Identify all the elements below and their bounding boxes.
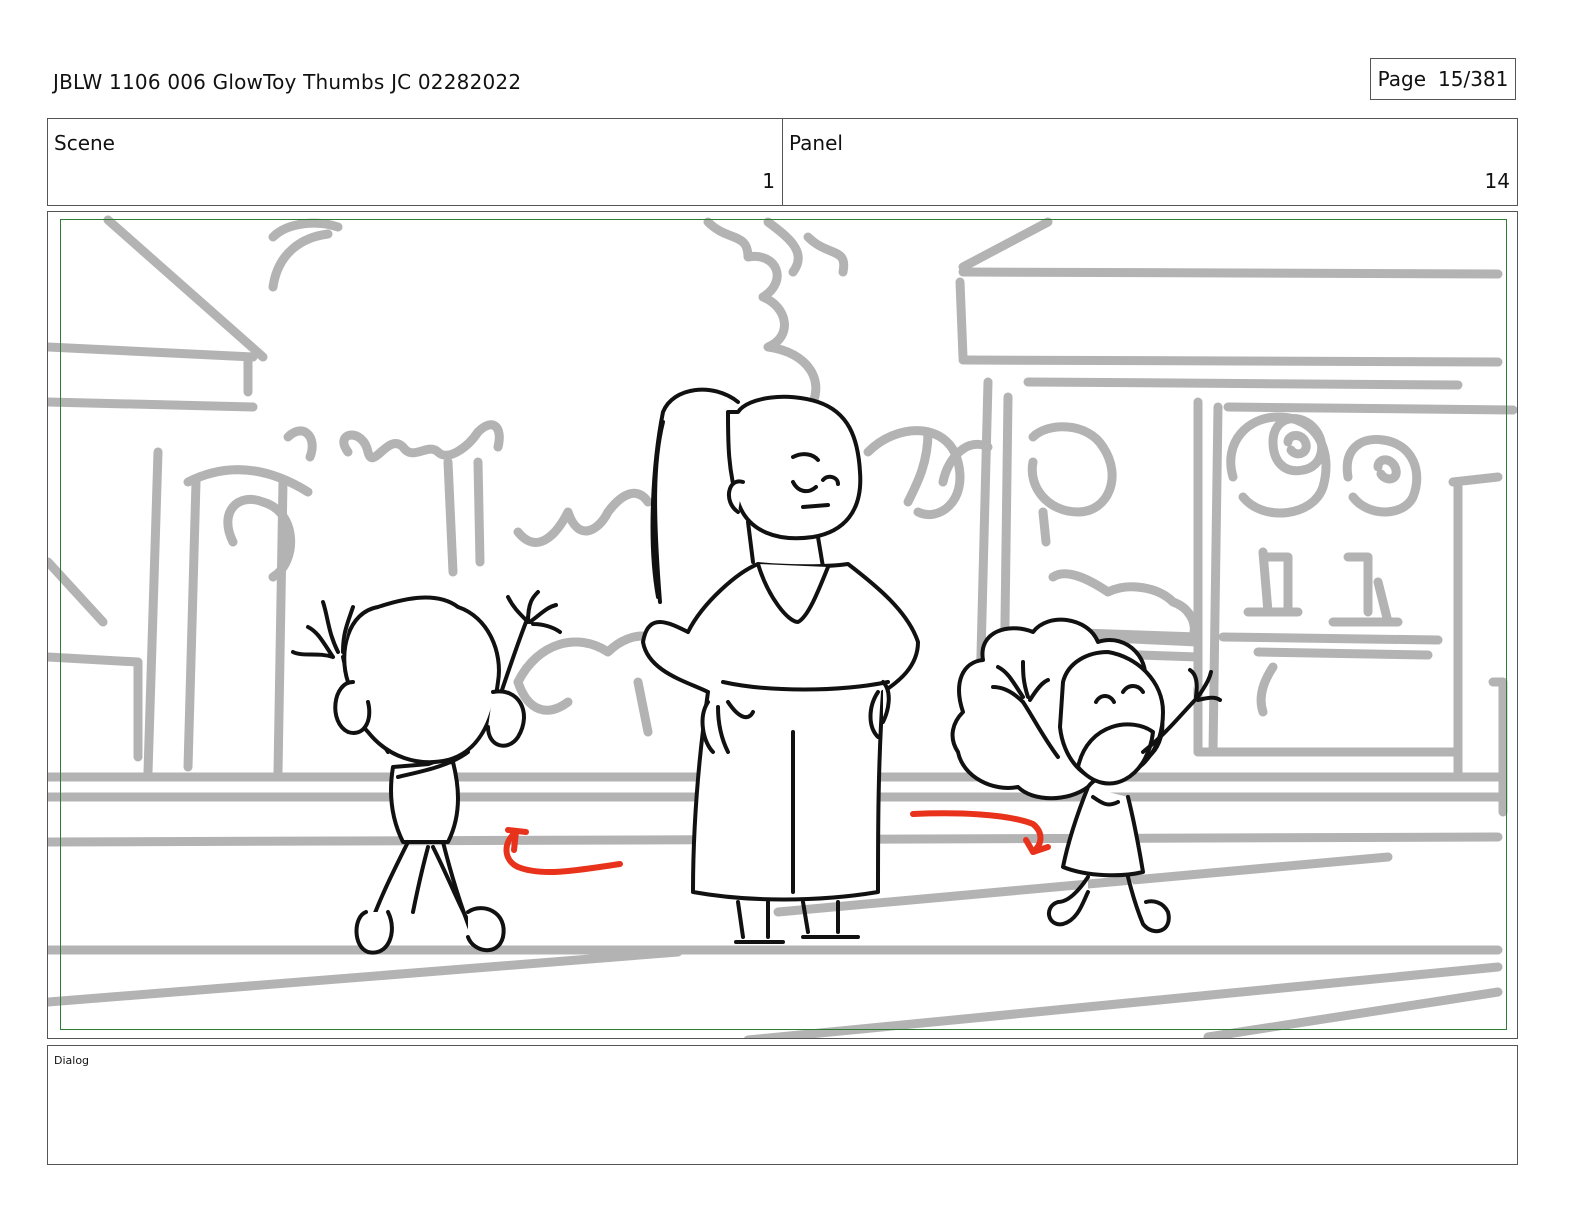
storyboard-frame — [47, 211, 1518, 1039]
child-left-figure — [291, 590, 562, 955]
scene-cell: Scene 1 — [48, 119, 782, 205]
storyboard-drawing — [48, 215, 1517, 1038]
panel-label: Panel — [789, 131, 843, 155]
page-number: 15/381 — [1438, 67, 1509, 91]
page-indicator: Page 15/381 — [1370, 58, 1516, 100]
dialog-label: Dialog — [54, 1054, 90, 1067]
document-title: JBLW 1106 006 GlowToy Thumbs JC 02282022 — [53, 70, 522, 94]
panel-number: 14 — [1484, 169, 1510, 193]
scene-panel-info: Scene 1 Panel 14 — [47, 118, 1518, 206]
dialog-box[interactable]: Dialog — [47, 1045, 1518, 1165]
scene-label: Scene — [54, 131, 115, 155]
woman-figure — [641, 387, 920, 944]
scene-number: 1 — [762, 169, 775, 193]
motion-arrow-right — [910, 810, 1044, 855]
panel-cell: Panel 14 — [782, 119, 1517, 205]
page-label: Page — [1377, 67, 1427, 91]
